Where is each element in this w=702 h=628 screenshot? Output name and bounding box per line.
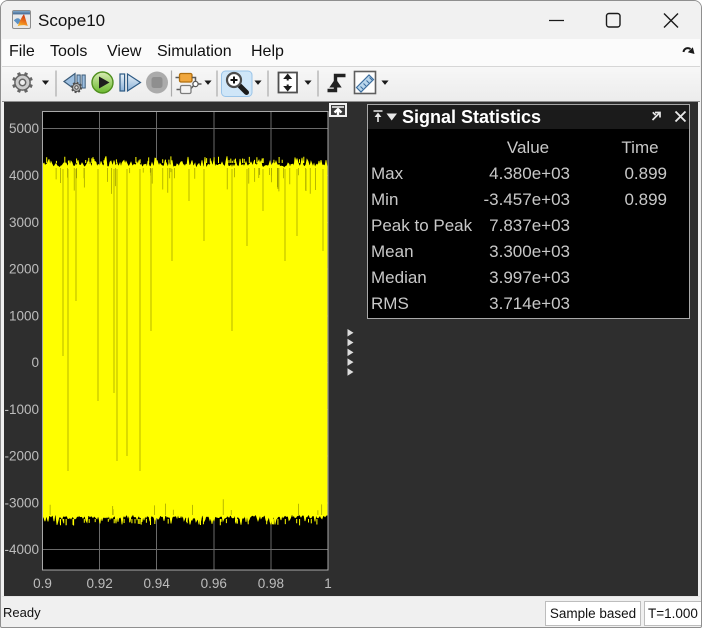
svg-text:0.96: 0.96	[201, 576, 227, 591]
svg-text:0.98: 0.98	[258, 576, 284, 591]
svg-text:5000: 5000	[9, 121, 39, 136]
svg-text:3000: 3000	[9, 215, 39, 230]
svg-text:-1000: -1000	[4, 402, 39, 417]
svg-text:0.9: 0.9	[33, 576, 52, 591]
svg-text:2000: 2000	[9, 262, 39, 277]
svg-text:0.94: 0.94	[144, 576, 171, 591]
svg-text:0: 0	[31, 355, 39, 370]
svg-text:-3000: -3000	[4, 495, 39, 510]
svg-text:4000: 4000	[9, 168, 39, 183]
svg-text:1000: 1000	[9, 308, 39, 323]
svg-text:-2000: -2000	[4, 449, 39, 464]
svg-text:1: 1	[324, 576, 332, 591]
svg-text:-4000: -4000	[4, 542, 39, 557]
svg-text:0.92: 0.92	[86, 576, 112, 591]
